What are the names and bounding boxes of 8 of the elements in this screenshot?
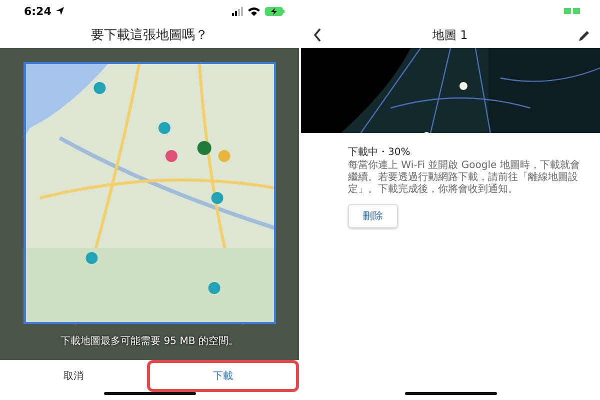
download-status: 下載中・30% [348,146,410,159]
dialog-title: 要下載這張地圖嗎？ [90,27,209,45]
info-text: 每當你連上 Wi-Fi 並開啟 Google 地圖時，下載就會繼續。若要透過行動網路下載，請前往「離線地圖設定」。下載完成後，你將會收到通知。 [348,160,581,196]
delete-button[interactable]: 刪除 [348,204,398,228]
clock-time: 6:24 [24,4,52,18]
size-note: 下載地圖最多可能需要 95 MB 的空間。 [60,334,240,348]
dialog-button[interactable]: 下載 [146,360,299,392]
screen-title: 地圖 1 [432,26,468,44]
